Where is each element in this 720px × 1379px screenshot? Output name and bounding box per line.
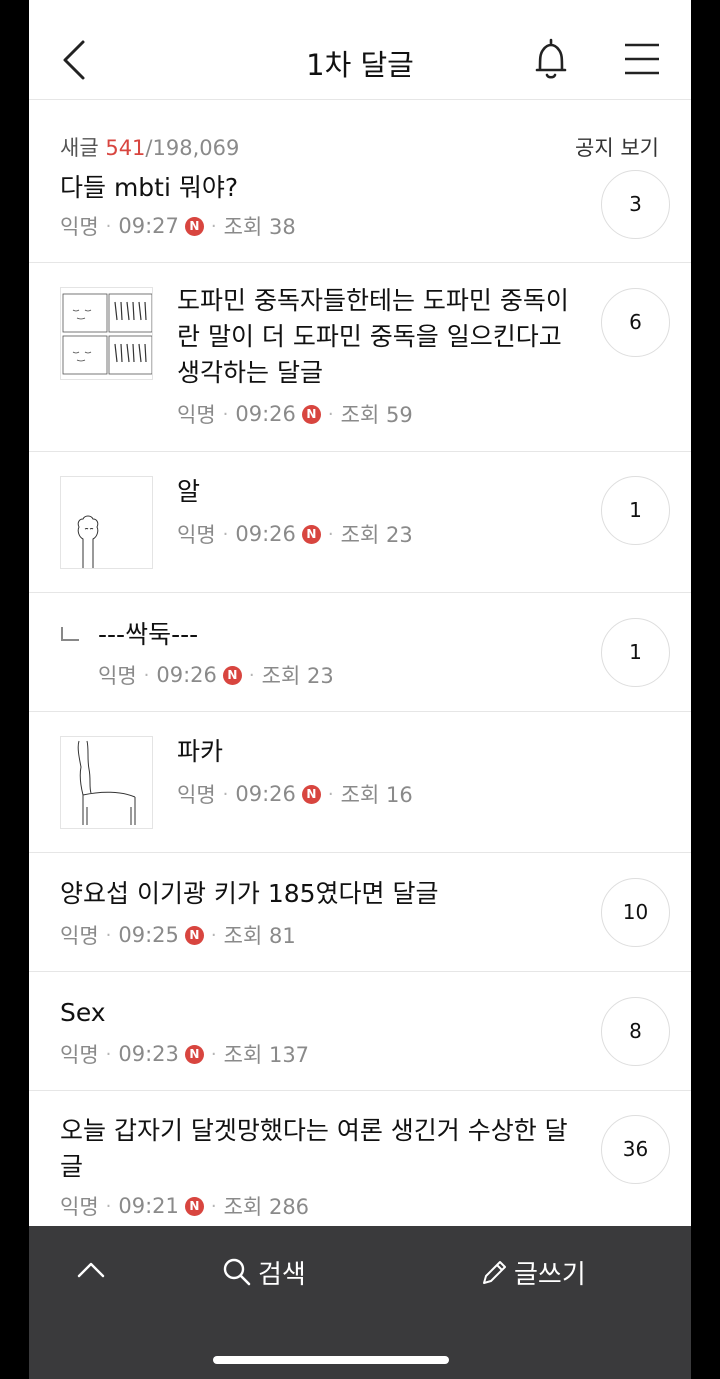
back-button[interactable] [59, 38, 91, 82]
chevron-up-icon [77, 1262, 105, 1278]
write-button[interactable]: 글쓰기 [480, 1254, 586, 1290]
reply-indent-icon [61, 627, 79, 641]
new-badge: N [301, 784, 321, 804]
search-icon [223, 1258, 251, 1286]
new-badge: N [184, 1196, 204, 1216]
post-time: 09:27 [118, 214, 179, 238]
notice-link[interactable]: 공지 보기 [575, 132, 659, 162]
new-badge: N [184, 1044, 204, 1064]
post-title: 오늘 갑자기 달겟망했다는 여론 생긴거 수상한 달글 [60, 1116, 568, 1181]
post-views: 조회 137 [223, 1043, 310, 1067]
post-title: 도파민 중독자들한테는 도파민 중독이란 말이 더 도파민 중독을 일으킨다고 … [177, 286, 569, 387]
post-time: 09:25 [118, 923, 179, 947]
page-title: 1차 달글 [306, 48, 414, 82]
comment-count: 3 [601, 170, 670, 239]
post-views: 조회 16 [340, 783, 413, 807]
post-time: 09:26 [156, 663, 217, 687]
app-screen: 1차 달글 새글 541/198,069 공지 보기 다들 mbti 뭐야? 익… [29, 0, 691, 1379]
new-post-count: 새글 541/198,069 [60, 132, 239, 162]
post-views: 조회 59 [340, 403, 413, 427]
post-views: 조회 286 [223, 1195, 310, 1219]
post-thumbnail [60, 287, 153, 380]
post-author: 익명 [177, 523, 216, 547]
comment-count: 36 [601, 1115, 670, 1184]
total-count-value: /198,069 [145, 136, 240, 160]
comment-count: 6 [601, 288, 670, 357]
list-item[interactable]: 양요섭 이기광 키가 185였다면 달글 익명 · 09:25 N · 조회 8… [29, 853, 691, 972]
hamburger-menu-icon [625, 43, 659, 75]
new-badge: N [184, 925, 204, 945]
post-author: 익명 [60, 215, 99, 239]
post-thumbnail [60, 736, 153, 829]
comment-count: 1 [601, 618, 670, 687]
post-info: 익명 · 09:26 N · 조회 23 [177, 519, 413, 549]
board-meta: 새글 541/198,069 공지 보기 [60, 132, 660, 162]
post-author: 익명 [60, 1043, 99, 1067]
chevron-left-icon [63, 40, 85, 80]
new-badge: N [301, 524, 321, 544]
post-info: 익명 · 09:25 N · 조회 81 [60, 920, 296, 950]
post-author: 익명 [98, 664, 137, 688]
post-author: 익명 [60, 1195, 99, 1219]
post-info: 익명 · 09:27 N · 조회 38 [60, 211, 296, 241]
new-badge: N [301, 404, 321, 424]
list-item[interactable]: 알 익명 · 09:26 N · 조회 23 1 [29, 452, 691, 593]
post-views: 조회 23 [340, 523, 413, 547]
list-item[interactable]: 다들 mbti 뭐야? 익명 · 09:27 N · 조회 38 3 [29, 164, 691, 263]
post-views: 조회 23 [261, 664, 334, 688]
list-item[interactable]: 도파민 중독자들한테는 도파민 중독이란 말이 더 도파민 중독을 일으킨다고 … [29, 263, 691, 452]
new-badge: N [184, 216, 204, 236]
pencil-icon [483, 1261, 506, 1284]
post-time: 09:23 [118, 1042, 179, 1066]
list-item[interactable]: ---싹둑--- 익명 · 09:26 N · 조회 23 1 [29, 593, 691, 712]
post-title: 양요섭 이기광 키가 185였다면 달글 [60, 879, 439, 908]
post-time: 09:26 [235, 782, 296, 806]
post-author: 익명 [60, 924, 99, 948]
notification-button[interactable] [529, 36, 573, 82]
list-item[interactable]: Sex 익명 · 09:23 N · 조회 137 8 [29, 972, 691, 1091]
post-title: 알 [177, 477, 201, 506]
write-label: 글쓰기 [514, 1259, 586, 1290]
top-header: 1차 달글 [29, 0, 691, 100]
post-author: 익명 [177, 783, 216, 807]
post-info: 익명 · 09:23 N · 조회 137 [60, 1039, 309, 1069]
post-title: 다들 mbti 뭐야? [60, 173, 239, 202]
post-time: 09:26 [235, 522, 296, 546]
search-button[interactable]: 검색 [222, 1254, 306, 1290]
post-views: 조회 81 [223, 924, 296, 948]
list-item[interactable]: 오늘 갑자기 달겟망했다는 여론 생긴거 수상한 달글 익명 · 09:21 N… [29, 1091, 691, 1231]
post-time: 09:26 [235, 402, 296, 426]
post-info: 익명 · 09:26 N · 조회 23 [98, 660, 334, 690]
post-title: 파카 [177, 737, 224, 766]
home-indicator[interactable] [213, 1356, 449, 1364]
post-views: 조회 38 [223, 215, 296, 239]
post-info: 익명 · 09:26 N · 조회 59 [177, 399, 413, 429]
menu-button[interactable] [623, 41, 661, 77]
post-info: 익명 · 09:26 N · 조회 16 [177, 779, 413, 809]
post-author: 익명 [177, 403, 216, 427]
search-label: 검색 [258, 1259, 306, 1290]
new-badge: N [222, 665, 242, 685]
post-title: ---싹둑--- [98, 620, 199, 649]
new-label: 새글 [60, 136, 99, 160]
comment-count: 10 [601, 878, 670, 947]
post-thumbnail [60, 476, 153, 569]
post-title: Sex [60, 998, 106, 1027]
post-time: 09:21 [118, 1194, 179, 1218]
comment-count: 8 [601, 997, 670, 1066]
comment-count: 1 [601, 476, 670, 545]
new-count-value: 541 [105, 136, 146, 160]
post-info: 익명 · 09:21 N · 조회 286 [60, 1191, 309, 1221]
list-item[interactable]: 파카 익명 · 09:26 N · 조회 16 [29, 712, 691, 853]
bell-icon [535, 38, 567, 79]
scroll-top-button[interactable] [75, 1256, 107, 1284]
